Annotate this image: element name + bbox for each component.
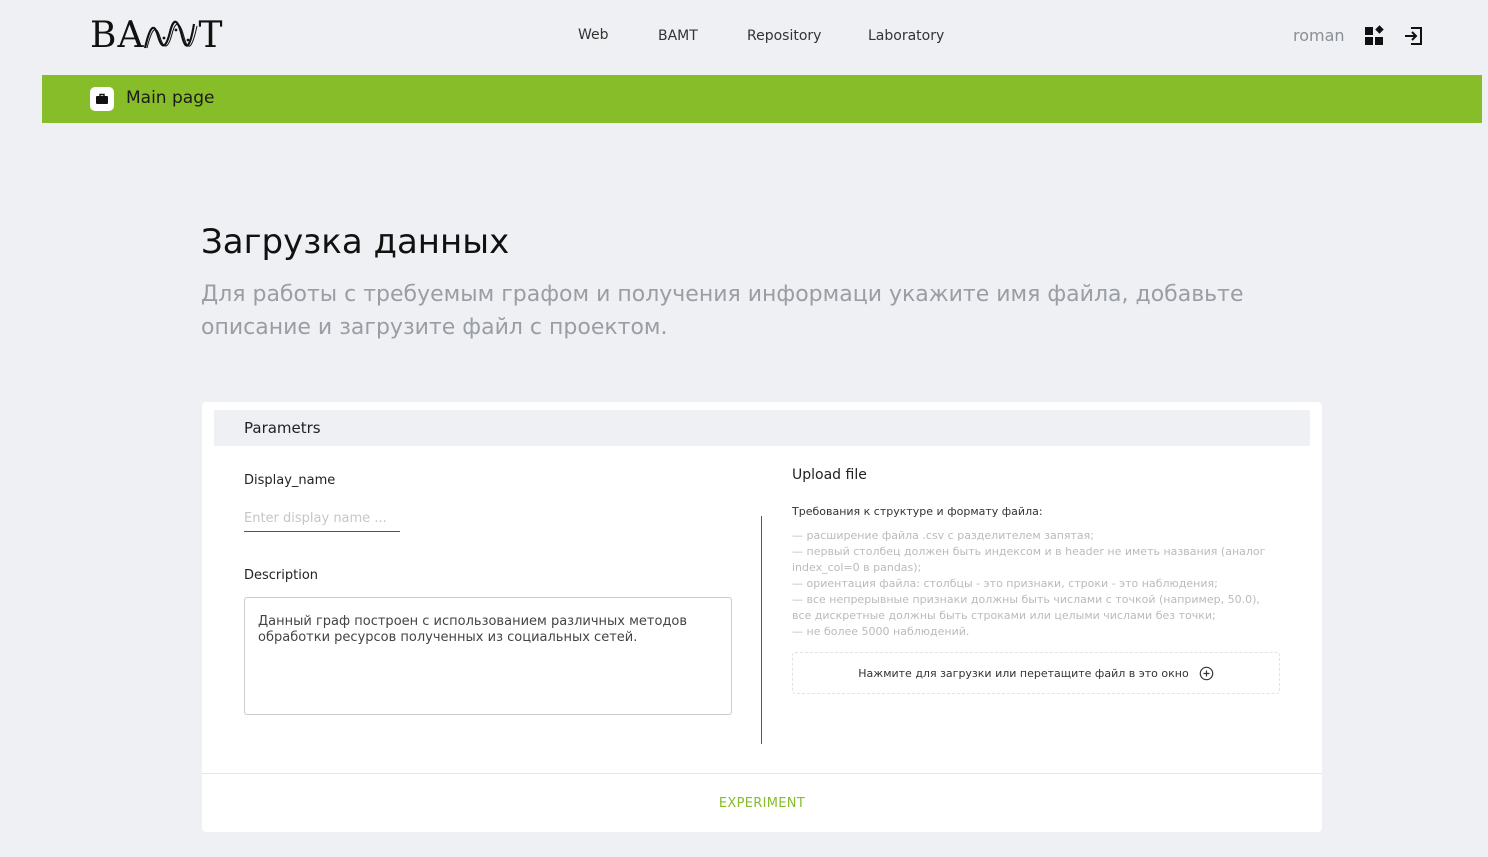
description-label: Description (244, 568, 319, 583)
card-header-title: Parametrs (244, 419, 321, 437)
card-header: Parametrs (214, 410, 1310, 446)
parameters-card: Parametrs Display_name Description Данны… (202, 402, 1322, 832)
page-title: Загрузка данных (201, 222, 510, 262)
dashboard-icon[interactable] (1363, 25, 1385, 47)
experiment-button[interactable]: EXPERIMENT (202, 774, 1322, 832)
display-name-label: Display_name (244, 473, 336, 488)
nav-web[interactable]: Web (578, 27, 609, 43)
main-nav: Web BAMT Repository Laboratory (0, 26, 1488, 48)
nav-repository[interactable]: Repository (747, 28, 821, 44)
requirement-item: — ориентация файла: столбцы - это призна… (792, 577, 1218, 590)
page-subtitle: Для работы с требуемым графом и получени… (201, 282, 1244, 340)
briefcase-icon (90, 87, 114, 111)
requirements-title: Требования к структуре и формату файла: (792, 505, 1043, 518)
requirement-item: — не более 5000 наблюдений. (792, 625, 970, 638)
requirements-list: — расширение файла .csv с разделителем з… (792, 528, 1272, 640)
file-dropzone[interactable]: Нажмите для загрузки или перетащите файл… (792, 652, 1280, 694)
nav-laboratory[interactable]: Laboratory (868, 28, 944, 44)
nav-bamt[interactable]: BAMT (658, 28, 698, 44)
requirement-item: — все непрерывные признаки должны быть ч… (792, 593, 1260, 622)
display-name-input[interactable] (244, 506, 400, 532)
description-textarea[interactable]: Данный граф построен с использованием ра… (244, 597, 732, 715)
column-divider (761, 516, 762, 744)
requirement-item: — расширение файла .csv с разделителем з… (792, 529, 1094, 542)
plus-circle-icon (1199, 666, 1214, 680)
upload-file-title: Upload file (792, 467, 867, 483)
dropzone-label: Нажмите для загрузки или перетащите файл… (858, 666, 1189, 680)
breadcrumb-bar: Main page (42, 75, 1482, 123)
requirement-item: — первый столбец должен быть индексом и … (792, 545, 1266, 574)
logout-icon[interactable] (1403, 25, 1425, 47)
breadcrumb-main-page[interactable]: Main page (126, 88, 214, 108)
username[interactable]: roman (1293, 26, 1345, 45)
top-header: BA T Web BAMT Repository Laboratory roma… (0, 0, 1488, 74)
